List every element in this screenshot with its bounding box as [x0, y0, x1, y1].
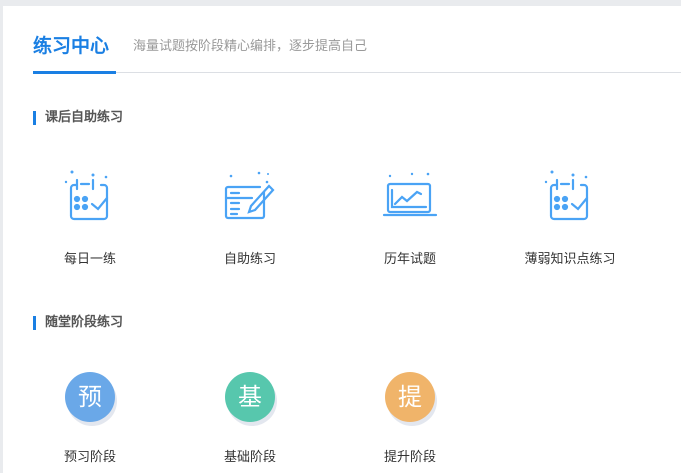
- advanced-badge-icon: 提: [385, 372, 435, 422]
- section-title-in-class: 随堂阶段练习: [33, 315, 123, 331]
- laptop-chart-icon: [382, 172, 438, 217]
- active-tab-indicator: [33, 71, 116, 74]
- item-label: 基础阶段: [223, 450, 276, 465]
- item-label: 薄弱知识点练习: [524, 252, 616, 267]
- item-label: 预习阶段: [63, 450, 116, 465]
- calendar-check-icon: [544, 170, 589, 221]
- item-past-exams[interactable]: 历年试题: [350, 162, 470, 268]
- preview-badge-icon: 预: [65, 372, 115, 422]
- item-advanced-stage[interactable]: 提 提升阶段: [350, 367, 470, 466]
- page-subtitle: 海量试题按阶段精心编排，逐步提高自己: [133, 39, 368, 54]
- page-header: 练习中心 海量试题按阶段精心编排，逐步提高自己: [33, 6, 681, 74]
- item-label: 历年试题: [383, 252, 436, 267]
- item-label: 自助练习: [223, 252, 276, 267]
- basic-badge-icon: 基: [225, 372, 275, 422]
- item-self-practice[interactable]: 自助练习: [190, 162, 310, 268]
- item-weak-points-practice[interactable]: 薄弱知识点练习: [510, 162, 630, 268]
- section-title-after-class: 课后自助练习: [33, 110, 123, 126]
- item-preview-stage[interactable]: 预 预习阶段: [30, 367, 150, 466]
- item-basic-stage[interactable]: 基 基础阶段: [190, 367, 310, 466]
- practice-center-card: 练习中心 海量试题按阶段精心编排，逐步提高自己 课后自助练习 每日一练 自助练习: [3, 6, 681, 473]
- item-daily-practice[interactable]: 每日一练: [30, 162, 150, 268]
- item-label: 每日一练: [63, 252, 116, 267]
- document-pen-icon: [224, 171, 275, 220]
- calendar-check-icon: [64, 170, 109, 221]
- item-label: 提升阶段: [383, 450, 436, 465]
- page-title[interactable]: 练习中心: [33, 33, 109, 59]
